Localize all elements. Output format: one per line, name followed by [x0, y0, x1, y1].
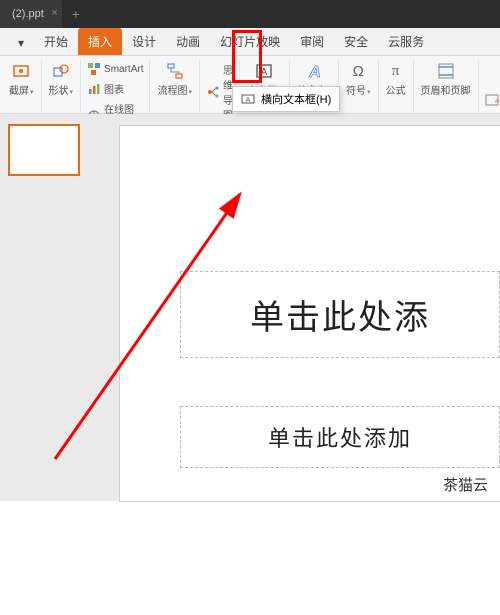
close-icon[interactable]: ×: [51, 7, 57, 19]
smartart-button[interactable]: SmartArt: [83, 60, 147, 78]
tab-animation[interactable]: 动画: [166, 28, 210, 55]
new-tab-button[interactable]: +: [62, 6, 90, 22]
textbox-dropdown[interactable]: A 横向文本框(H): [232, 86, 340, 112]
headerfooter-icon: [437, 62, 455, 80]
screenshot-button[interactable]: 截屏: [4, 60, 39, 99]
chart-icon: [87, 82, 101, 96]
tab-design[interactable]: 设计: [122, 28, 166, 55]
wordart-icon: A: [305, 62, 323, 80]
headerfooter-button[interactable]: 页眉和页脚: [416, 60, 476, 99]
equation-button[interactable]: π 公式: [381, 60, 411, 99]
shapes-button[interactable]: 形状: [44, 60, 79, 99]
slide-canvas[interactable]: 单击此处添 单击此处添加: [120, 126, 500, 501]
chart-button[interactable]: 图表: [83, 79, 147, 98]
tab-home[interactable]: 开始: [34, 28, 78, 55]
mindmap-icon: [206, 85, 220, 99]
tab-review[interactable]: 审阅: [290, 28, 334, 55]
ribbon-tabs: ▾ 开始 插入 设计 动画 幻灯片放映 审阅 安全 云服务: [0, 28, 500, 56]
shapes-icon: [52, 62, 70, 80]
file-menu[interactable]: ▾: [8, 31, 34, 55]
titlebar: (2).ppt × +: [0, 0, 500, 28]
slide-thumbnail-1[interactable]: [8, 124, 80, 176]
tab-insert[interactable]: 插入: [78, 28, 122, 55]
watermark: 茶猫云: [443, 474, 488, 495]
tab-filename: (2).ppt: [12, 8, 44, 20]
subtitle-placeholder[interactable]: 单击此处添加: [180, 406, 500, 468]
screenshot-icon: [12, 62, 30, 80]
pi-icon: π: [387, 62, 405, 80]
workspace: 单击此处添 单击此处添加: [0, 114, 500, 501]
tab-slideshow[interactable]: 幻灯片放映: [210, 28, 290, 55]
horiz-textbox-icon: A: [241, 92, 255, 106]
omega-icon: Ω: [349, 62, 367, 80]
title-placeholder[interactable]: 单击此处添: [180, 271, 500, 358]
svg-text:A: A: [261, 67, 268, 78]
smartart-icon: [87, 62, 101, 76]
horiz-textbox-label: 横向文本框(H): [261, 91, 331, 107]
slide-thumbnails: [0, 114, 90, 501]
slidenum-icon: #: [485, 93, 499, 107]
svg-text:A: A: [246, 97, 251, 104]
flowchart-button[interactable]: 流程图: [152, 60, 197, 99]
svg-text:A: A: [308, 64, 321, 80]
symbol-button[interactable]: Ω 符号: [341, 60, 376, 99]
document-tab[interactable]: (2).ppt ×: [0, 0, 62, 28]
flowchart-icon: [166, 62, 184, 80]
tab-cloud[interactable]: 云服务: [378, 28, 434, 55]
textbox-icon: A: [255, 62, 273, 80]
tab-security[interactable]: 安全: [334, 28, 378, 55]
